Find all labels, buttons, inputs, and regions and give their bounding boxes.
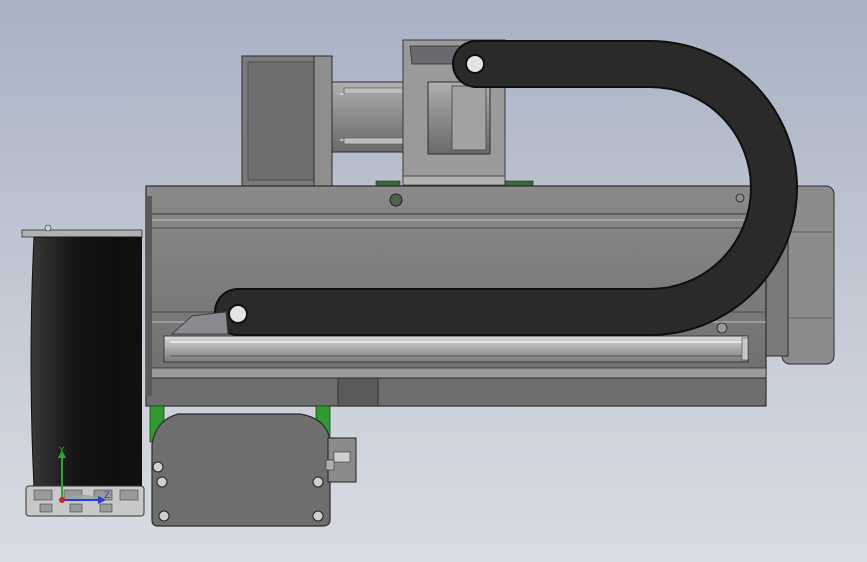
cad-viewport[interactable]: Y Z — [0, 0, 867, 562]
chain-pin-top — [465, 54, 485, 74]
z-axis-label: Z — [104, 491, 110, 501]
chain-pin-bottom — [228, 304, 248, 324]
model-drawing: Y Z — [21, 39, 835, 527]
left-bracket — [21, 224, 143, 489]
lower-gearbox — [151, 413, 357, 527]
guide-rail — [163, 335, 749, 363]
x-axis-dot — [59, 497, 65, 503]
y-axis-label: Y — [58, 446, 65, 456]
